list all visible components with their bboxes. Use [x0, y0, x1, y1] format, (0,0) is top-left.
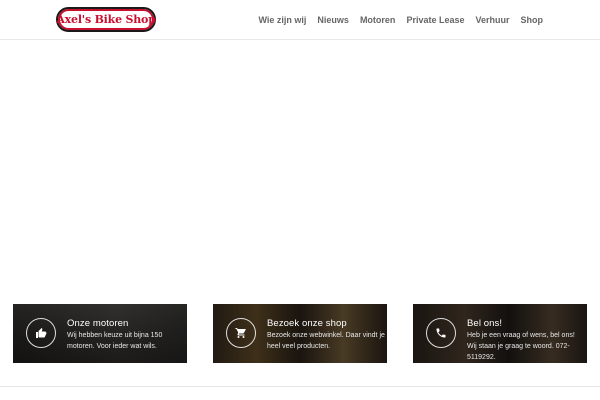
shopping-cart-icon	[235, 328, 246, 338]
card-icon-circle	[226, 318, 256, 348]
card-description: Wij hebben keuze uit bijna 150 motoren. …	[67, 332, 163, 350]
logo-text: Axel's Bike Shop	[56, 13, 156, 26]
card-description: Bezoek onze webwinkel. Daar vindt je hee…	[267, 332, 385, 350]
card-title: Onze motoren	[67, 318, 129, 329]
nav-item-verhuur[interactable]: Verhuur	[475, 15, 509, 25]
promo-cards: Onze motoren Wij hebben keuze uit bijna …	[0, 288, 600, 388]
site-header: Axel's Bike Shop Wie zijn wij Nieuws Mot…	[0, 0, 600, 40]
promo-card-shop[interactable]: Bezoek onze shop Bezoek onze webwinkel. …	[213, 304, 387, 363]
nav-item-nieuws[interactable]: Nieuws	[317, 15, 349, 25]
nav-item-motoren[interactable]: Motoren	[360, 15, 396, 25]
site-logo[interactable]: Axel's Bike Shop	[56, 7, 156, 32]
footer-divider	[0, 386, 600, 387]
card-icon-circle	[426, 318, 456, 348]
card-description: Heb je een vraag of wens, bel ons! Wij s…	[467, 332, 575, 361]
hero-area	[0, 40, 600, 288]
thumbs-up-icon	[36, 328, 47, 338]
card-icon-circle	[26, 318, 56, 348]
promo-card-motoren[interactable]: Onze motoren Wij hebben keuze uit bijna …	[13, 304, 187, 363]
card-title: Bel ons!	[467, 318, 503, 329]
nav-item-private-lease[interactable]: Private Lease	[406, 15, 464, 25]
nav-item-wie-zijn-wij[interactable]: Wie zijn wij	[258, 15, 306, 25]
phone-icon	[436, 328, 446, 338]
nav-item-shop[interactable]: Shop	[521, 15, 544, 25]
promo-card-contact[interactable]: Bel ons! Heb je een vraag of wens, bel o…	[413, 304, 587, 363]
card-title: Bezoek onze shop	[267, 318, 347, 329]
main-navigation: Wie zijn wij Nieuws Motoren Private Leas…	[258, 0, 543, 39]
